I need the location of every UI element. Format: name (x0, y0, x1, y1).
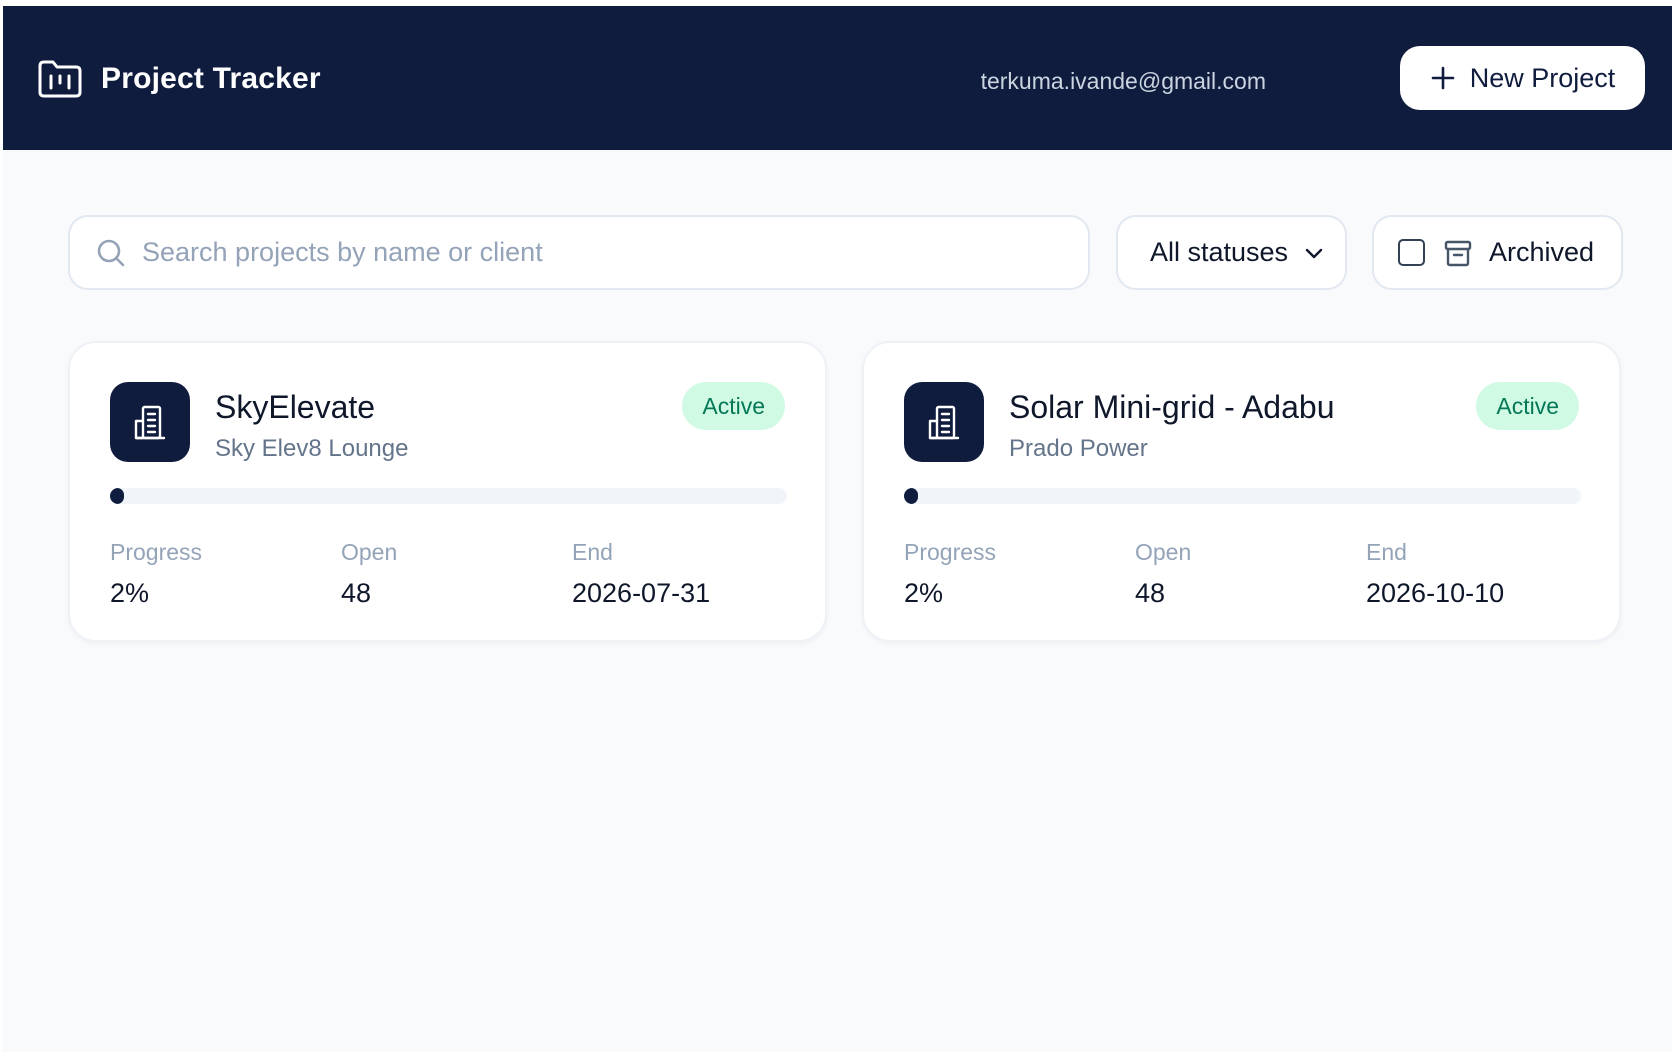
end-stat-label: End (572, 539, 613, 565)
plus-icon (1431, 66, 1455, 90)
archive-box-icon (1444, 240, 1472, 266)
brand[interactable]: Project Tracker (37, 58, 321, 100)
building-icon (928, 405, 960, 440)
progress-stat: Progress 2% (904, 539, 996, 609)
status-badge: Active (682, 382, 785, 430)
end-stat: End 2026-10-10 (1366, 539, 1504, 609)
end-stat: End 2026-07-31 (572, 539, 710, 609)
top-header: Project Tracker terkuma.ivande@gmail.com… (3, 6, 1672, 150)
folder-chart-icon (38, 60, 82, 98)
progress-bar-fill (110, 488, 124, 504)
archived-checkbox[interactable] (1398, 239, 1425, 266)
progress-bar-fill (904, 488, 918, 504)
new-project-label: New Project (1469, 62, 1616, 93)
progress-stat-value: 2% (110, 578, 150, 608)
app-title: Project Tracker (101, 62, 321, 95)
project-avatar (110, 382, 190, 462)
status-badge: Active (1476, 382, 1579, 430)
user-email: terkuma.ivande@gmail.com (980, 68, 1266, 94)
project-name[interactable]: SkyElevate (215, 389, 375, 426)
progress-stat: Progress 2% (110, 539, 202, 609)
open-stat-value: 48 (341, 578, 372, 608)
status-filter-select[interactable]: All statuses (1116, 215, 1347, 290)
end-stat-value: 2026-07-31 (572, 578, 711, 608)
open-stat-label: Open (1135, 539, 1192, 565)
new-project-button[interactable]: New Project (1400, 46, 1645, 110)
progress-bar (904, 488, 1581, 504)
open-stat-label: Open (341, 539, 398, 565)
status-filter-value: All statuses (1150, 237, 1289, 267)
search-box[interactable] (68, 215, 1090, 290)
progress-stat-label: Progress (110, 539, 203, 565)
archived-label: Archived (1489, 237, 1595, 267)
progress-stat-label: Progress (904, 539, 997, 565)
search-icon (97, 239, 125, 266)
project-card[interactable]: SkyElevate Sky Elev8 Lounge Active Progr… (68, 341, 827, 642)
progress-bar (110, 488, 787, 504)
open-stat: Open 48 (341, 539, 397, 609)
progress-stat-value: 2% (904, 578, 944, 608)
project-card[interactable]: Solar Mini-grid - Adabu Prado Power Acti… (862, 341, 1621, 642)
search-input[interactable] (142, 237, 1042, 268)
building-icon (134, 405, 166, 440)
open-stat-value: 48 (1135, 578, 1166, 608)
project-avatar (904, 382, 984, 462)
app-root: Project Tracker terkuma.ivande@gmail.com… (3, 6, 1672, 1052)
project-name[interactable]: Solar Mini-grid - Adabu (1009, 389, 1334, 426)
chevron-down-icon (1305, 248, 1323, 258)
archived-toggle[interactable]: Archived (1372, 215, 1623, 290)
end-stat-label: End (1366, 539, 1407, 565)
end-stat-value: 2026-10-10 (1366, 578, 1505, 608)
filter-toolbar: All statuses Archived (3, 215, 1672, 290)
project-client: Sky Elev8 Lounge (215, 435, 409, 462)
project-client: Prado Power (1009, 435, 1148, 462)
open-stat: Open 48 (1135, 539, 1191, 609)
